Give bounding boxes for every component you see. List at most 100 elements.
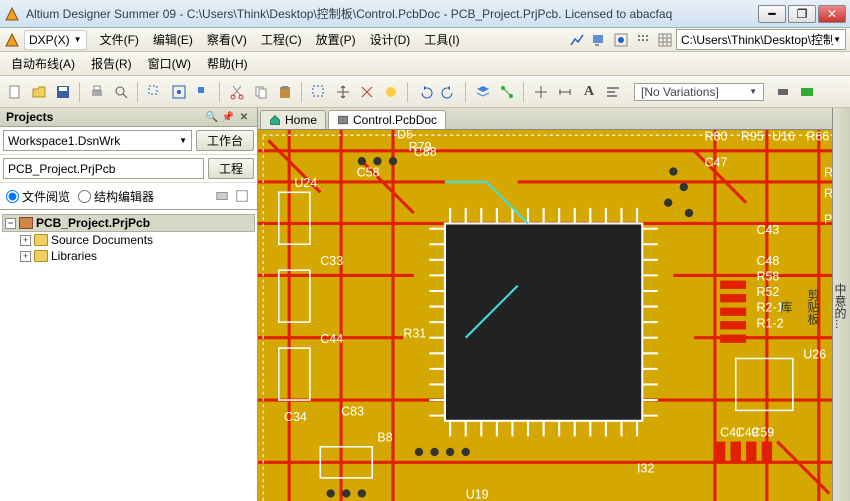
- structure-view-input[interactable]: [78, 190, 91, 203]
- zoom-region-button[interactable]: [144, 81, 166, 103]
- dimension-button[interactable]: [554, 81, 576, 103]
- dxp-menu[interactable]: DXP(X)▼: [24, 30, 87, 50]
- structure-view-radio[interactable]: 结构编辑器: [78, 188, 154, 205]
- net-button[interactable]: [496, 81, 518, 103]
- redo-button[interactable]: [438, 81, 460, 103]
- menu-autoroute[interactable]: 自动布线(A): [4, 53, 82, 74]
- workspace-button[interactable]: 工作台: [196, 130, 254, 151]
- designator-label: U24: [294, 176, 317, 190]
- zoom-selected-button[interactable]: [192, 81, 214, 103]
- text-button[interactable]: A: [578, 81, 600, 103]
- menu-design[interactable]: 设计(D): [363, 29, 418, 50]
- copy-button[interactable]: [250, 81, 272, 103]
- menu-bar-1: DXP(X)▼ 文件(F) 编辑(E) 察看(V) 工程(C) 放置(P) 设计…: [0, 28, 850, 52]
- dropdown-button-1[interactable]: [588, 29, 610, 51]
- print-button[interactable]: [86, 81, 108, 103]
- title-bar: Altium Designer Summer 09 - C:\Users\Thi…: [0, 0, 850, 28]
- right-tab-favorites[interactable]: 中意的...: [831, 277, 850, 335]
- folder-icon: [34, 234, 48, 246]
- main-area: Projects 🔍 📌 ✕ Workspace1.DsnWrk▼ 工作台 PC…: [0, 108, 850, 501]
- file-view-radio[interactable]: 文件阅览: [6, 188, 70, 205]
- layer-button[interactable]: [472, 81, 494, 103]
- menu-place[interactable]: 放置(P): [309, 29, 363, 50]
- project-select[interactable]: PCB_Project.PrjPcb: [3, 158, 204, 179]
- grid-dots-icon[interactable]: [632, 29, 654, 51]
- tree-root-label: PCB_Project.PrjPcb: [36, 216, 150, 230]
- clear-button[interactable]: [380, 81, 402, 103]
- pin-icon[interactable]: 📌: [221, 110, 235, 124]
- chevron-down-icon: ▼: [74, 35, 82, 44]
- tab-control-pcb[interactable]: Control.PcbDoc: [328, 110, 446, 129]
- projects-title: Projects: [6, 110, 53, 124]
- file-view-input[interactable]: [6, 190, 19, 203]
- project-button[interactable]: 工程: [208, 158, 254, 179]
- designator-label: C44: [320, 332, 343, 346]
- chart-icon[interactable]: [566, 29, 588, 51]
- right-tab-clipboard[interactable]: 剪贴板: [804, 283, 823, 331]
- expand-icon[interactable]: +: [20, 235, 31, 246]
- panel-btn-1[interactable]: [213, 187, 231, 205]
- new-doc-button[interactable]: [4, 81, 26, 103]
- tab-doc-label: Control.PcbDoc: [353, 113, 437, 127]
- right-tab-library[interactable]: 库: [777, 295, 796, 319]
- designator-label: R52: [757, 285, 780, 299]
- close-button[interactable]: ✕: [818, 5, 846, 23]
- pcb-board-canvas: U24C58C88C33R79D5C44R31C34C83B8R80R95U16…: [258, 130, 850, 501]
- dropdown-button-2[interactable]: [610, 29, 632, 51]
- designator-label: R58: [757, 270, 780, 284]
- cut-button[interactable]: [226, 81, 248, 103]
- designator-label: U19: [466, 488, 489, 501]
- maximize-button[interactable]: ❐: [788, 5, 816, 23]
- pcb-editor-view[interactable]: U24C58C88C33R79D5C44R31C34C83B8R80R95U16…: [258, 130, 850, 501]
- preview-button[interactable]: [110, 81, 132, 103]
- menu-project[interactable]: 工程(C): [254, 29, 309, 50]
- cross-probe-button[interactable]: [530, 81, 552, 103]
- menu-bar-2: 自动布线(A) 报告(R) 窗口(W) 帮助(H): [0, 52, 850, 76]
- board-button[interactable]: [796, 81, 818, 103]
- zoom-fit-button[interactable]: [168, 81, 190, 103]
- designator-label: U16: [772, 130, 795, 143]
- menu-report[interactable]: 报告(R): [84, 53, 139, 74]
- menu-edit[interactable]: 编辑(E): [146, 29, 200, 50]
- move-button[interactable]: [332, 81, 354, 103]
- search-icon[interactable]: 🔍: [205, 110, 219, 124]
- component-button[interactable]: [772, 81, 794, 103]
- variations-combobox[interactable]: [No Variations]▼: [634, 83, 764, 101]
- tree-item-label: Libraries: [51, 249, 97, 263]
- select-button[interactable]: [308, 81, 330, 103]
- window-title: Altium Designer Summer 09 - C:\Users\Thi…: [26, 5, 758, 22]
- designator-label: C43: [757, 223, 780, 237]
- designator-label: R66: [806, 130, 829, 143]
- document-tabs: Home Control.PcbDoc: [258, 108, 850, 130]
- tree-item-source[interactable]: + Source Documents: [2, 232, 255, 248]
- project-icon: [19, 217, 33, 229]
- open-button[interactable]: [28, 81, 50, 103]
- chevron-down-icon: ▼: [749, 87, 757, 96]
- minimize-button[interactable]: ━: [758, 5, 786, 23]
- designator-label: R95: [741, 130, 764, 143]
- save-button[interactable]: [52, 81, 74, 103]
- paste-button[interactable]: [274, 81, 296, 103]
- tab-home[interactable]: Home: [260, 110, 326, 129]
- panel-btn-2[interactable]: [233, 187, 251, 205]
- deselect-button[interactable]: [356, 81, 378, 103]
- right-dock: 中意的... 剪贴板 库: [832, 108, 850, 501]
- expand-icon[interactable]: +: [20, 251, 31, 262]
- workspace-select[interactable]: Workspace1.DsnWrk▼: [3, 130, 192, 151]
- menu-help[interactable]: 帮助(H): [200, 53, 255, 74]
- collapse-icon[interactable]: −: [5, 218, 16, 229]
- tree-item-libraries[interactable]: + Libraries: [2, 248, 255, 264]
- align-button[interactable]: [602, 81, 624, 103]
- project-tree: − PCB_Project.PrjPcb + Source Documents …: [0, 210, 257, 501]
- panel-close-icon[interactable]: ✕: [237, 110, 251, 124]
- menu-window[interactable]: 窗口(W): [141, 53, 198, 74]
- pcb-icon: [337, 114, 349, 126]
- grid-button[interactable]: [654, 29, 676, 51]
- menu-view[interactable]: 察看(V): [200, 29, 254, 50]
- menu-file[interactable]: 文件(F): [93, 29, 146, 50]
- tree-root[interactable]: − PCB_Project.PrjPcb: [2, 214, 255, 232]
- undo-button[interactable]: [414, 81, 436, 103]
- menu-tools[interactable]: 工具(I): [417, 29, 466, 50]
- path-combobox[interactable]: C:\Users\Think\Desktop\控制板▼: [676, 29, 846, 50]
- altium-icon: [4, 32, 20, 48]
